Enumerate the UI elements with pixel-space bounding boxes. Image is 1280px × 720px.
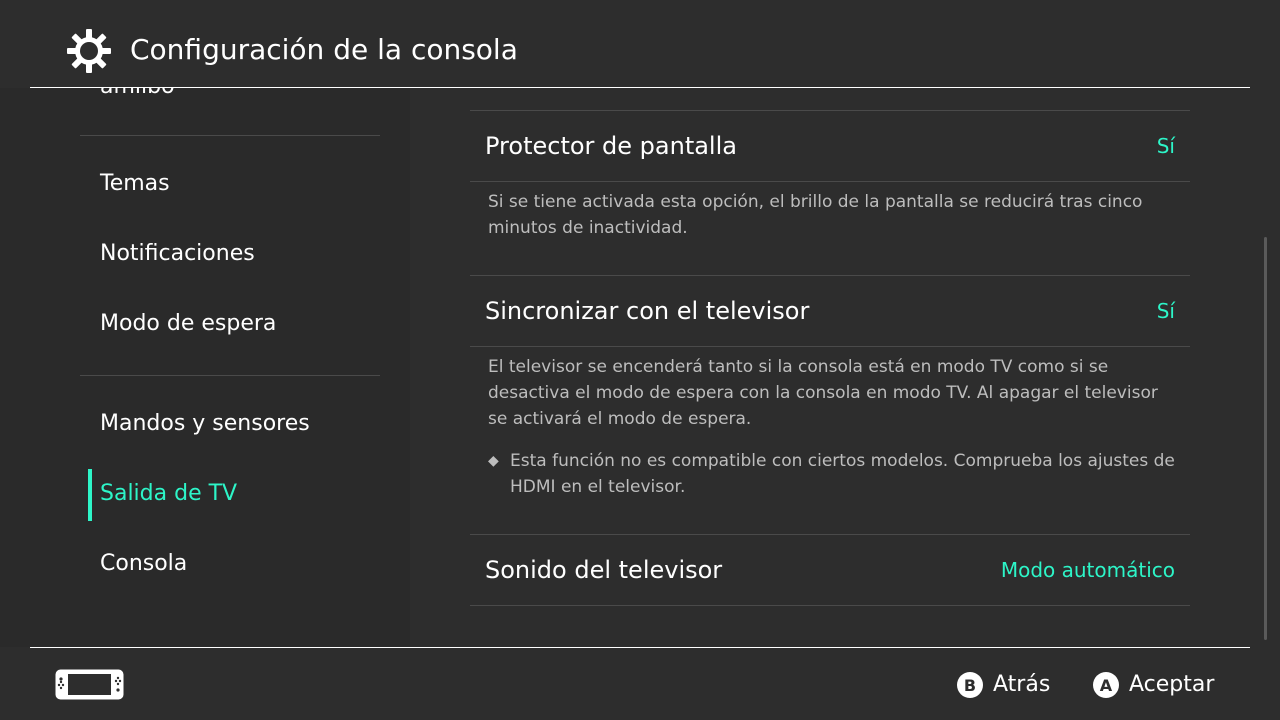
sidebar-item-temas[interactable]: Temas <box>100 169 170 199</box>
active-indicator <box>88 469 92 521</box>
sincronizar-tv-description: El televisor se encenderá tanto si la co… <box>488 357 1158 429</box>
row-divider <box>470 534 1190 535</box>
row-divider <box>470 275 1190 276</box>
sidebar-item-notificaciones[interactable]: Notificaciones <box>100 239 255 269</box>
protector-pantalla-value[interactable]: Sí <box>1157 129 1175 163</box>
diamond-bullet-icon: ◆ <box>488 453 499 469</box>
scrollbar[interactable] <box>1264 237 1267 640</box>
sincronizar-tv-label[interactable]: Sincronizar con el televisor <box>485 294 809 328</box>
page-title: Configuración de la consola <box>130 33 518 66</box>
back-label: Atrás <box>993 672 1051 697</box>
sidebar-item-salida-tv[interactable]: Salida de TV <box>100 479 237 509</box>
row-divider <box>470 605 1190 606</box>
protector-pantalla-description: Si se tiene activada esta opción, el bri… <box>488 192 1143 238</box>
gear-icon <box>67 29 111 73</box>
sincronizar-tv-value[interactable]: Sí <box>1157 294 1175 328</box>
accept-label: Aceptar <box>1129 672 1215 697</box>
header: Configuración de la consola <box>0 0 1280 88</box>
b-button-icon: B <box>957 672 983 698</box>
footer-divider <box>30 647 1250 648</box>
sidebar-divider <box>80 135 380 136</box>
header-divider <box>30 87 1250 88</box>
sidebar-item-mandos[interactable]: Mandos y sensores <box>100 409 310 439</box>
sidebar-item-amiibo[interactable]: amiibo <box>100 88 175 102</box>
note-text: Esta función no es compatible con cierto… <box>510 451 1175 497</box>
accept-button[interactable]: A Aceptar <box>1093 668 1214 702</box>
sidebar: amiibo Temas Notificaciones Modo de espe… <box>0 88 410 647</box>
a-button-icon: A <box>1093 672 1119 698</box>
sonido-tv-value[interactable]: Modo automático <box>1001 553 1175 587</box>
row-divider <box>470 181 1190 182</box>
sidebar-item-modo-espera[interactable]: Modo de espera <box>100 309 276 339</box>
row-divider <box>470 110 1190 111</box>
row-divider <box>470 346 1190 347</box>
sidebar-divider <box>80 375 380 376</box>
sincronizar-tv-note: ◆ Esta función no es compatible con cier… <box>488 448 1178 500</box>
back-button[interactable]: B Atrás <box>957 668 1050 702</box>
sonido-tv-label[interactable]: Sonido del televisor <box>485 553 722 587</box>
settings-panel: Protector de pantalla Sí Si se tiene act… <box>410 88 1260 647</box>
console-icon <box>55 669 124 700</box>
protector-pantalla-label[interactable]: Protector de pantalla <box>485 129 737 163</box>
sidebar-item-consola[interactable]: Consola <box>100 549 187 579</box>
